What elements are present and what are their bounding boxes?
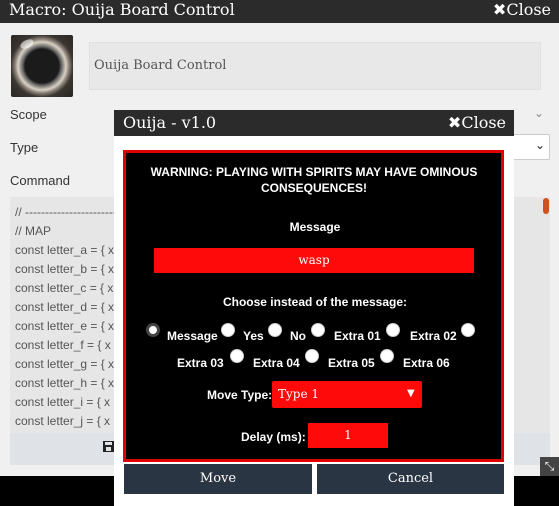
radio-label-extra-04: Extra 04 (253, 356, 300, 370)
radio-extra-02[interactable] (386, 323, 400, 337)
chevron-down-icon: ▼ (407, 388, 415, 399)
choose-label: Choose instead of the message: (222, 295, 408, 309)
radio-label-extra-03: Extra 03 (177, 356, 224, 370)
move-type-label: Move Type: (207, 388, 273, 402)
ouija-title: Ouija - v1.0 (123, 113, 217, 132)
code-line: const letter_f = { x (15, 338, 111, 352)
code-line: const letter_b = { x (15, 262, 115, 276)
macro-close-button[interactable]: ✖Close (493, 0, 551, 20)
move-type-select[interactable]: Type 1 (272, 381, 422, 408)
chevron-down-icon: ⌄ (535, 138, 546, 152)
code-line: const letter_e = { x (15, 319, 115, 333)
move-button[interactable]: Move (124, 464, 312, 494)
macro-close-label: Close (506, 0, 551, 19)
message-input[interactable]: wasp (154, 248, 474, 273)
radio-extra-06[interactable] (380, 349, 394, 363)
code-line: const letter_g = { x (15, 357, 115, 371)
close-icon: ✖ (492, 0, 507, 19)
close-icon: ✖ (447, 113, 462, 132)
code-line: const letter_c = { x (15, 281, 114, 295)
radio-message[interactable] (146, 323, 160, 337)
message-label: Message (289, 220, 341, 234)
macro-titlebar: Macro: Ouija Board Control ✖Close (0, 0, 559, 23)
radio-extra-04[interactable] (230, 349, 244, 363)
ouija-titlebar: Ouija - v1.0 ✖Close (114, 110, 514, 136)
radio-yes[interactable] (221, 323, 235, 337)
macro-title: Macro: Ouija Board Control (9, 0, 235, 19)
code-line: // MAP (15, 224, 52, 238)
radio-label-extra-01: Extra 01 (334, 329, 381, 343)
macro-name-input[interactable]: Ouija Board Control (89, 42, 541, 90)
radio-extra-05[interactable] (305, 349, 319, 363)
radio-no[interactable] (268, 323, 282, 337)
scope-label: Scope (10, 107, 47, 122)
radio-label-extra-05: Extra 05 (328, 356, 375, 370)
radio-label-extra-06: Extra 06 (403, 356, 450, 370)
radio-label-yes: Yes (243, 329, 264, 343)
code-line: const letter_h = { x (15, 376, 115, 390)
radio-label-extra-02: Extra 02 (410, 329, 457, 343)
ouija-close-button[interactable]: ✖Close (448, 112, 506, 134)
save-icon[interactable] (103, 441, 114, 452)
resize-icon[interactable]: ⤡ (540, 457, 559, 476)
delay-input[interactable]: 1 (308, 423, 388, 448)
warning-text: WARNING: PLAYING WITH SPIRITS MAY HAVE O… (150, 165, 478, 195)
code-line: const letter_i = { x (15, 395, 111, 409)
radio-label-message: Message (167, 329, 218, 343)
ouija-close-label: Close (461, 113, 506, 132)
type-label: Type (10, 140, 39, 155)
editor-scrollbar[interactable] (543, 198, 549, 214)
radio-extra-03-inline[interactable] (461, 323, 475, 337)
code-line: const letter_a = { x (15, 243, 115, 257)
code-line: const letter_d = { x (15, 300, 115, 314)
cancel-button[interactable]: Cancel (317, 464, 504, 494)
radio-label-no: No (290, 329, 306, 343)
radio-extra-01[interactable] (311, 323, 325, 337)
chevron-down-icon[interactable]: ⌄ (534, 106, 544, 120)
command-label: Command (10, 173, 70, 188)
delay-label: Delay (ms): (241, 430, 306, 444)
code-line: const letter_j = { x (15, 414, 111, 428)
